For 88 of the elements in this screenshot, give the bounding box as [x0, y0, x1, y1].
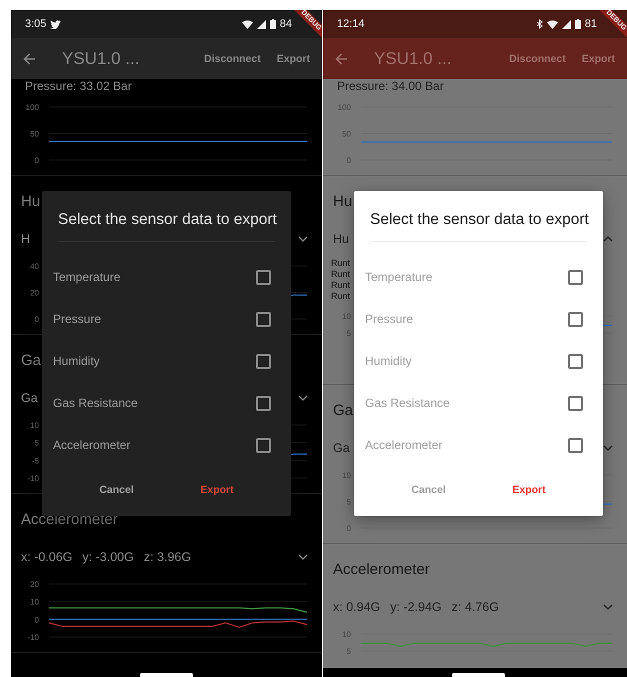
battery-level: 84	[280, 18, 292, 30]
sensor-reading: y: -2.94G	[390, 600, 442, 614]
tick-label: 0	[34, 156, 39, 165]
error-note: Runt	[331, 258, 350, 269]
tick-label: -10	[27, 474, 39, 483]
checkbox[interactable]	[568, 354, 583, 368]
checkbox[interactable]	[568, 438, 583, 452]
app-bar-action[interactable]: Export	[272, 48, 314, 68]
tick-label: 50	[30, 130, 39, 138]
sensor-reading: x: 0.94G	[333, 600, 380, 614]
sensor-reading: z: 4.76G	[452, 600, 499, 614]
chevron-down-icon[interactable]	[298, 554, 308, 560]
chevron-down-icon[interactable]	[603, 445, 613, 451]
battery-level: 81	[584, 18, 597, 30]
tick-label: 0	[34, 315, 39, 324]
chevron-down-icon[interactable]	[603, 604, 613, 610]
tick-label: 20	[30, 580, 39, 589]
sensor-reading: z: 3.96G	[144, 550, 192, 564]
chevron-down-icon[interactable]	[298, 395, 308, 401]
sensor-reading: y: -3.00G	[82, 550, 134, 564]
back-arrow-icon[interactable]	[23, 52, 36, 64]
checkbox[interactable]	[568, 270, 583, 284]
app-title: YSU1.0 ...	[374, 48, 452, 68]
back-arrow-icon[interactable]	[335, 52, 348, 64]
signal-icon	[256, 20, 266, 28]
checkbox[interactable]	[568, 312, 583, 326]
sensor-reading: Pressure: 34.00 Bar	[337, 79, 444, 93]
tick-label: 20	[30, 288, 39, 298]
app-title: YSU1.0 ...	[62, 48, 140, 68]
option-label: Gas Resistance	[53, 396, 139, 410]
sensor-reading: x: -0.06G	[21, 550, 72, 564]
error-note: Runt	[331, 280, 350, 291]
option-label: Humidity	[53, 354, 101, 368]
tick-label: 100	[26, 103, 39, 112]
checkbox[interactable]	[256, 312, 271, 326]
sensor-reading: Pressure: 33.02 Bar	[25, 79, 132, 93]
home-handle[interactable]	[452, 673, 505, 677]
tick-label: 10	[30, 598, 39, 607]
cancel-button[interactable]: Cancel	[91, 480, 142, 500]
checkbox[interactable]	[256, 438, 271, 452]
status-time: 3:05	[25, 18, 46, 30]
dialog-title: Select the sensor data to export	[370, 211, 587, 242]
status-time: 12:14	[337, 18, 365, 30]
section-title: Accelerometer	[21, 510, 118, 528]
option-label: Pressure	[365, 312, 414, 326]
app-bar-action[interactable]: Disconnect	[200, 48, 265, 68]
app-bar-action[interactable]: Disconnect	[505, 48, 570, 68]
section-title: Hu	[333, 192, 352, 210]
dialog-title: Select the sensor data to export	[58, 211, 275, 242]
section-title: Ga	[333, 402, 354, 418]
option-label: Temperature	[53, 270, 122, 284]
option-label: Gas Resistance	[365, 396, 451, 410]
battery-icon	[270, 19, 276, 29]
tick-label: 0	[34, 615, 39, 624]
signal-icon	[562, 20, 571, 28]
option-label: Temperature	[365, 270, 434, 284]
sensor-reading: Ga	[21, 391, 38, 405]
section-title: Hu	[21, 192, 40, 210]
tick-label: 10	[30, 421, 39, 430]
section-title: Accelerometer	[333, 560, 430, 578]
sensor-reading: Ga	[333, 441, 350, 455]
wifi-icon	[242, 20, 253, 28]
sensor-reading: H	[21, 232, 30, 246]
tick-label: 40	[30, 262, 39, 271]
tick-label: -5	[32, 456, 39, 466]
option-label: Pressure	[53, 312, 102, 326]
option-label: Accelerometer	[365, 438, 444, 452]
wifi-icon	[546, 20, 558, 28]
section-title: Ga	[21, 352, 42, 368]
checkbox[interactable]	[256, 354, 271, 368]
tick-label: 5	[34, 438, 39, 448]
chevron-up-icon[interactable]	[603, 236, 613, 242]
checkbox[interactable]	[256, 396, 271, 410]
tick-label: -10	[27, 633, 39, 642]
option-label: Humidity	[365, 354, 413, 368]
export-button[interactable]: Export	[192, 480, 242, 500]
export-button[interactable]: Export	[504, 480, 554, 500]
app-bar-action[interactable]: Export	[578, 48, 619, 68]
checkbox[interactable]	[256, 270, 271, 284]
error-note: Runt	[331, 269, 350, 280]
cancel-button[interactable]: Cancel	[403, 480, 454, 500]
option-label: Accelerometer	[53, 438, 132, 452]
error-note: Runt	[331, 291, 350, 302]
chevron-down-icon[interactable]	[298, 236, 308, 242]
home-handle[interactable]	[140, 673, 193, 677]
checkbox[interactable]	[568, 396, 583, 410]
sensor-reading: Hu	[333, 232, 349, 246]
battery-icon	[574, 19, 581, 29]
